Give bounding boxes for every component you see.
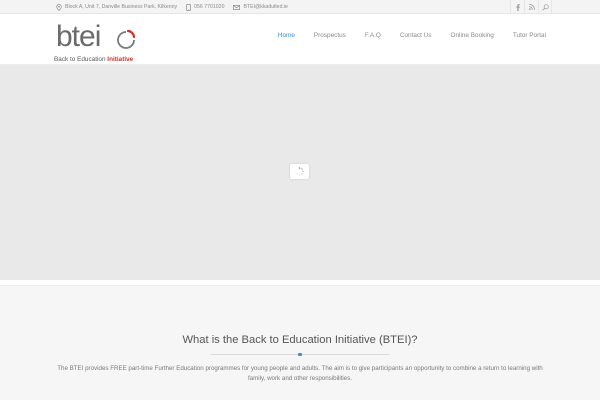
social-links xyxy=(510,0,552,14)
search-toggle[interactable] xyxy=(538,0,552,14)
nav-faq[interactable]: F.A.Q xyxy=(365,32,381,39)
facebook-link[interactable] xyxy=(510,0,524,14)
nav-online-booking[interactable]: Online Booking xyxy=(451,32,494,39)
phone-item[interactable]: 056 7701020 xyxy=(186,3,225,11)
nav-prospectus[interactable]: Prospectus xyxy=(314,32,346,39)
top-info-bar: Block A, Unit 7, Danville Business Park,… xyxy=(0,0,600,14)
logo-tagline-prefix: Back to Education xyxy=(54,56,108,63)
nav-home[interactable]: Home xyxy=(278,32,295,39)
rss-icon xyxy=(528,4,535,10)
rss-link[interactable] xyxy=(524,0,538,14)
nav-contact-us[interactable]: Contact Us xyxy=(400,32,432,39)
logo-wordmark: btei xyxy=(56,20,101,53)
contact-info: Block A, Unit 7, Danville Business Park,… xyxy=(56,0,297,14)
envelope-icon xyxy=(233,4,241,10)
slider-loader xyxy=(290,164,309,179)
intro-section: What is the Back to Education Initiative… xyxy=(0,285,600,400)
email-item[interactable]: BTEI@kkadulted.ie xyxy=(233,4,288,10)
site-logo[interactable]: btei Back to Education Initiative xyxy=(54,20,144,68)
logo-tagline: Back to Education Initiative xyxy=(54,56,133,63)
logo-tagline-emphasis: Initiative xyxy=(107,56,134,63)
intro-body: The BTEI provides FREE part-time Further… xyxy=(57,365,543,382)
phone-icon xyxy=(186,3,191,11)
logo-swirl-icon xyxy=(117,29,136,49)
intro-heading: What is the Back to Education Initiative… xyxy=(182,334,418,346)
site-header: btei Back to Education Initiative Home P… xyxy=(0,14,600,65)
search-icon xyxy=(541,3,549,11)
loading-spinner-icon xyxy=(295,167,304,176)
map-pin-icon xyxy=(56,3,62,11)
address-text: Block A, Unit 7, Danville Business Park,… xyxy=(65,4,178,10)
nav-tutor-portal[interactable]: Tutor Portal xyxy=(513,32,546,39)
divider-accent xyxy=(298,353,302,356)
facebook-icon xyxy=(515,3,520,11)
email-text: BTEI@kkadulted.ie xyxy=(243,4,288,10)
main-navigation: Home Prospectus F.A.Q Contact Us Online … xyxy=(259,14,546,56)
address-item: Block A, Unit 7, Danville Business Park,… xyxy=(56,3,178,11)
phone-text: 056 7701020 xyxy=(194,4,225,10)
